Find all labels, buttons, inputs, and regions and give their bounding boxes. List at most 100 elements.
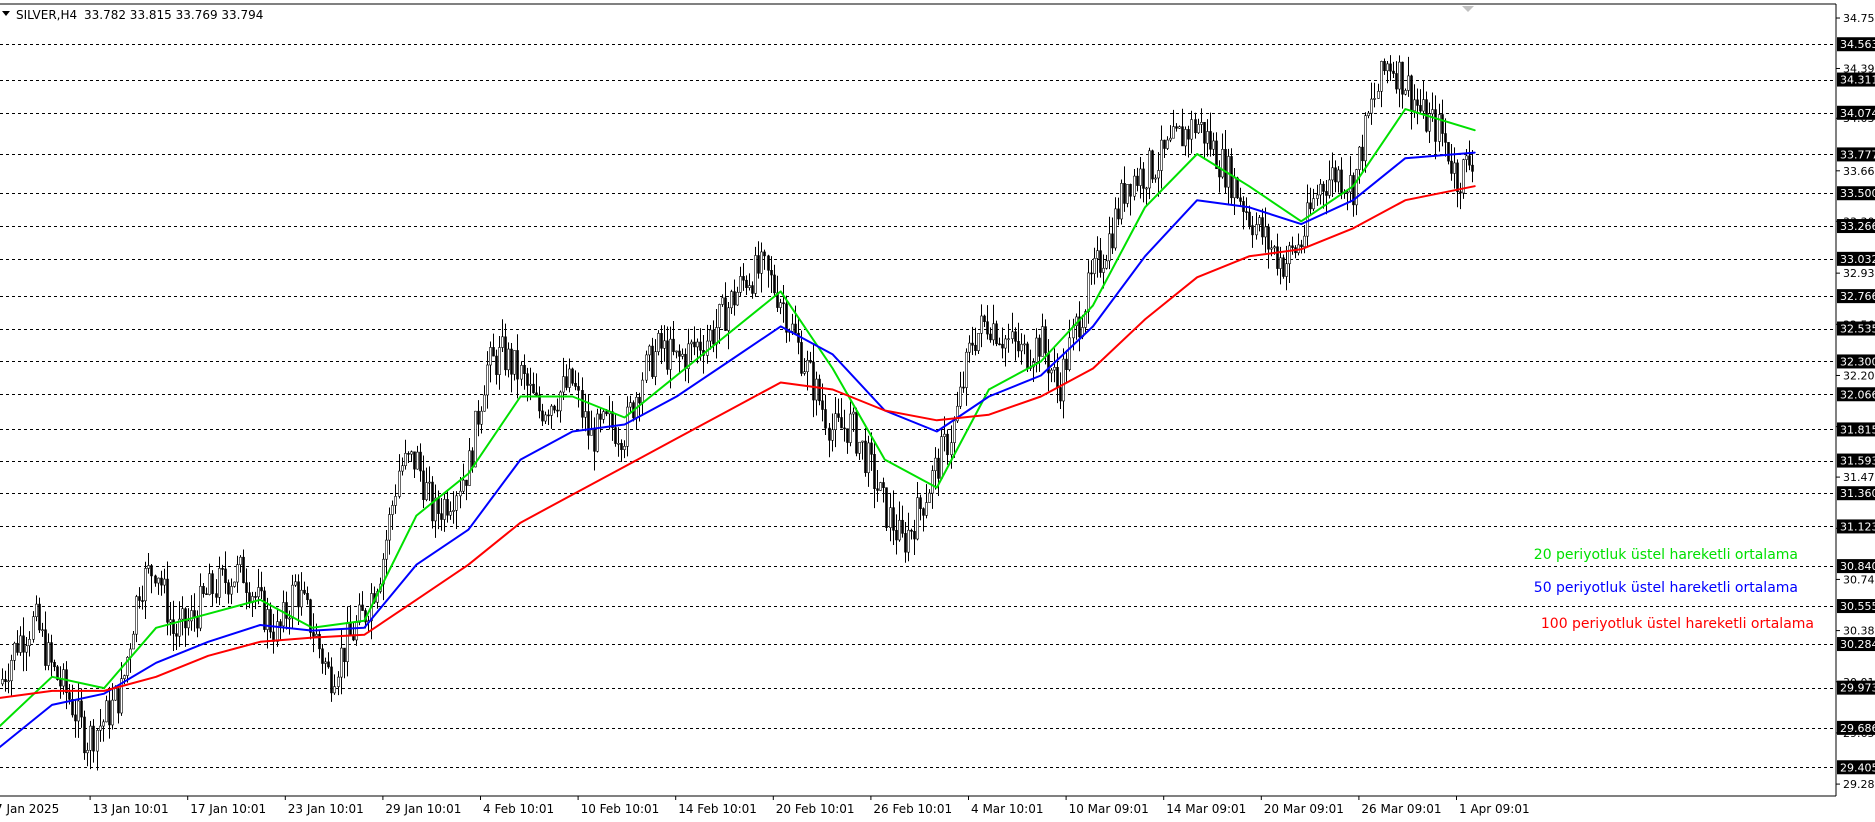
candle-body bbox=[1468, 155, 1471, 166]
candle-body bbox=[849, 413, 852, 443]
candle-body bbox=[1273, 246, 1276, 249]
candle-body bbox=[150, 565, 153, 577]
candle-body bbox=[184, 608, 187, 629]
candle-body bbox=[138, 596, 141, 601]
candle-body bbox=[889, 507, 892, 528]
candle-body bbox=[452, 510, 455, 512]
candle-body bbox=[486, 364, 489, 396]
candle-body bbox=[196, 617, 199, 629]
candle-body bbox=[596, 413, 599, 452]
candle-body bbox=[812, 361, 815, 401]
candle-body bbox=[547, 414, 550, 417]
candle-body bbox=[1035, 337, 1038, 363]
candle-body bbox=[1169, 137, 1172, 141]
candle-body bbox=[1154, 177, 1157, 180]
candle-body bbox=[1309, 202, 1312, 210]
candle-body bbox=[465, 479, 468, 486]
candle-body bbox=[510, 348, 513, 375]
candle-body bbox=[462, 479, 465, 492]
candle-body bbox=[1264, 226, 1267, 238]
candle-body bbox=[867, 442, 870, 474]
candle-body bbox=[602, 411, 605, 420]
x-tick-label: 23 Jan 10:01 bbox=[288, 802, 364, 816]
candle-body bbox=[568, 368, 571, 388]
candle-body bbox=[870, 442, 873, 455]
candle-body bbox=[86, 750, 89, 754]
legend-ema100: 100 periyotluk üstel hareketli ortalama bbox=[1541, 616, 1814, 632]
candle-body bbox=[1129, 184, 1132, 197]
candle-body bbox=[254, 596, 257, 598]
candle-body bbox=[1340, 169, 1343, 193]
candle-body bbox=[901, 519, 904, 534]
x-tick-label: 10 Mar 09:01 bbox=[1069, 802, 1149, 816]
candle-body bbox=[1337, 169, 1340, 183]
candle-body bbox=[388, 514, 391, 541]
candle-body bbox=[834, 413, 837, 430]
candle-body bbox=[1236, 177, 1239, 199]
candle-body bbox=[401, 465, 404, 472]
candle-body bbox=[394, 496, 397, 506]
candle-body bbox=[904, 533, 907, 553]
candle-body bbox=[102, 721, 105, 727]
candle-body bbox=[157, 577, 160, 584]
candle-body bbox=[1209, 131, 1212, 150]
x-tick-label: 4 Feb 10:01 bbox=[483, 802, 554, 816]
x-tick-label: 10 Feb 10:01 bbox=[581, 802, 660, 816]
candle-body bbox=[291, 584, 294, 619]
candle-body bbox=[605, 411, 608, 415]
candle-body bbox=[205, 593, 208, 595]
candle-body bbox=[92, 725, 95, 752]
candle-body bbox=[681, 353, 684, 357]
price-level-label: 31.815 bbox=[1840, 423, 1875, 436]
candle-body bbox=[105, 700, 108, 723]
candle-body bbox=[233, 581, 236, 587]
candle-body bbox=[1370, 98, 1373, 114]
candle-body bbox=[263, 590, 266, 630]
candle-body bbox=[852, 411, 855, 415]
candle-body bbox=[581, 390, 584, 418]
candle-body bbox=[693, 341, 696, 348]
candle-body bbox=[279, 621, 282, 627]
candle-body bbox=[535, 392, 538, 396]
candle-body bbox=[773, 274, 776, 294]
candle-body bbox=[1434, 109, 1437, 142]
candle-body bbox=[50, 642, 53, 663]
candle-body bbox=[526, 373, 529, 386]
legend-ema20: 20 periyotluk üstel hareketli ortalama bbox=[1534, 547, 1798, 563]
candle-body bbox=[117, 688, 120, 714]
chart-window[interactable]: 34.75034.39034.03533.66033.30032.93032.5… bbox=[0, 0, 1875, 818]
candle-body bbox=[785, 303, 788, 333]
candle-body bbox=[879, 482, 882, 491]
candle-body bbox=[1001, 343, 1004, 349]
candle-body bbox=[59, 679, 62, 687]
x-tick-label: 1 Apr 09:01 bbox=[1459, 802, 1530, 816]
candle-body bbox=[416, 451, 419, 470]
candle-body bbox=[141, 600, 144, 602]
candle-body bbox=[1312, 198, 1315, 210]
price-level-label: 29.973 bbox=[1840, 682, 1875, 695]
candle-body bbox=[443, 499, 446, 520]
candle-body bbox=[446, 499, 449, 516]
candle-body bbox=[239, 556, 242, 565]
candle-body bbox=[809, 360, 812, 363]
price-chart[interactable]: 34.75034.39034.03533.66033.30032.93032.5… bbox=[0, 0, 1875, 818]
candle-body bbox=[1178, 126, 1181, 129]
price-level-label: 30.840 bbox=[1840, 560, 1875, 573]
candle-body bbox=[1367, 112, 1370, 116]
candle-body bbox=[968, 342, 971, 353]
candle-body bbox=[690, 341, 693, 345]
candle-body bbox=[1407, 75, 1410, 91]
candle-body bbox=[657, 333, 660, 352]
candle-body bbox=[1364, 115, 1367, 162]
candle-body bbox=[227, 582, 230, 595]
candle-body bbox=[1068, 337, 1071, 370]
candle-body bbox=[1145, 187, 1148, 190]
candle-body bbox=[794, 323, 797, 334]
price-level-label: 29.405 bbox=[1840, 761, 1875, 774]
candle-body bbox=[730, 291, 733, 309]
legend: 20 periyotluk üstel hareketli ortalama 5… bbox=[1534, 547, 1814, 632]
candle-body bbox=[407, 453, 410, 455]
y-tick-label: 34.750 bbox=[1843, 12, 1875, 25]
candle-body bbox=[1151, 150, 1154, 180]
candle-body bbox=[675, 350, 678, 353]
